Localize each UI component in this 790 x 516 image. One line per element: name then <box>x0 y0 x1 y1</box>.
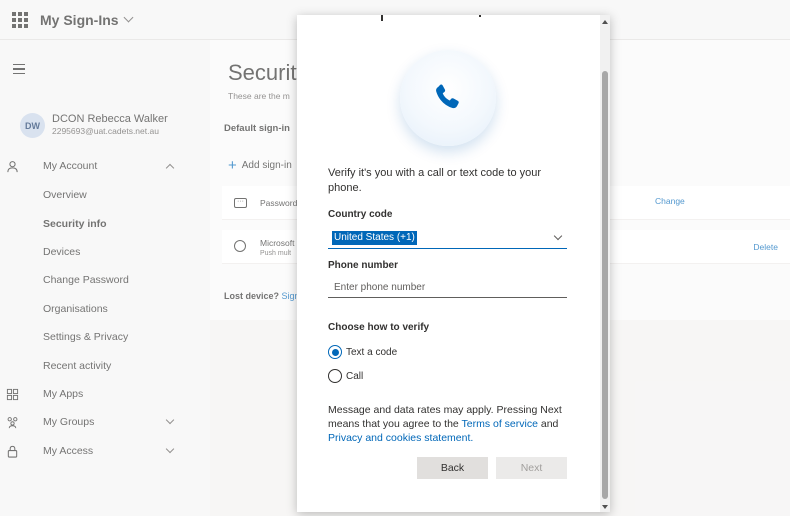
divider <box>381 15 383 21</box>
radio-text-a-code[interactable]: Text a code <box>328 344 397 360</box>
back-button[interactable]: Back <box>417 457 488 479</box>
radio-call[interactable]: Call <box>328 368 363 384</box>
notice-and: and <box>540 418 559 430</box>
country-code-select[interactable]: United States (+1) <box>328 229 567 249</box>
scroll-down-arrow[interactable] <box>602 505 608 509</box>
country-code-label: Country code <box>328 209 393 220</box>
next-button[interactable]: Next <box>496 457 567 479</box>
radio-button[interactable] <box>328 369 342 383</box>
phone-number-input[interactable] <box>328 278 567 298</box>
scrollbar[interactable] <box>600 15 610 512</box>
scroll-up-arrow[interactable] <box>602 20 608 24</box>
verify-method-label: Choose how to verify <box>328 322 430 333</box>
rates-notice: Message and data rates may apply. Pressi… <box>328 403 568 445</box>
terms-of-service-link[interactable]: Terms of service <box>462 418 538 430</box>
radio-label: Text a code <box>346 346 398 358</box>
privacy-statement-link[interactable]: Privacy and cookies statement. <box>328 432 473 444</box>
radio-label: Call <box>346 370 364 382</box>
divider <box>479 15 481 17</box>
phone-icon <box>436 84 459 109</box>
chevron-down-icon <box>553 231 563 241</box>
verify-intro-text: Verify it's you with a call or text code… <box>328 167 542 194</box>
country-code-value: United States (+1) <box>332 231 417 245</box>
radio-button-selected[interactable] <box>328 345 342 359</box>
scrollbar-thumb[interactable] <box>602 71 608 499</box>
phone-verification-dialog: Verify it's you with a call or text code… <box>297 15 610 512</box>
phone-number-label: Phone number <box>328 260 399 271</box>
phone-illustration <box>400 50 496 146</box>
